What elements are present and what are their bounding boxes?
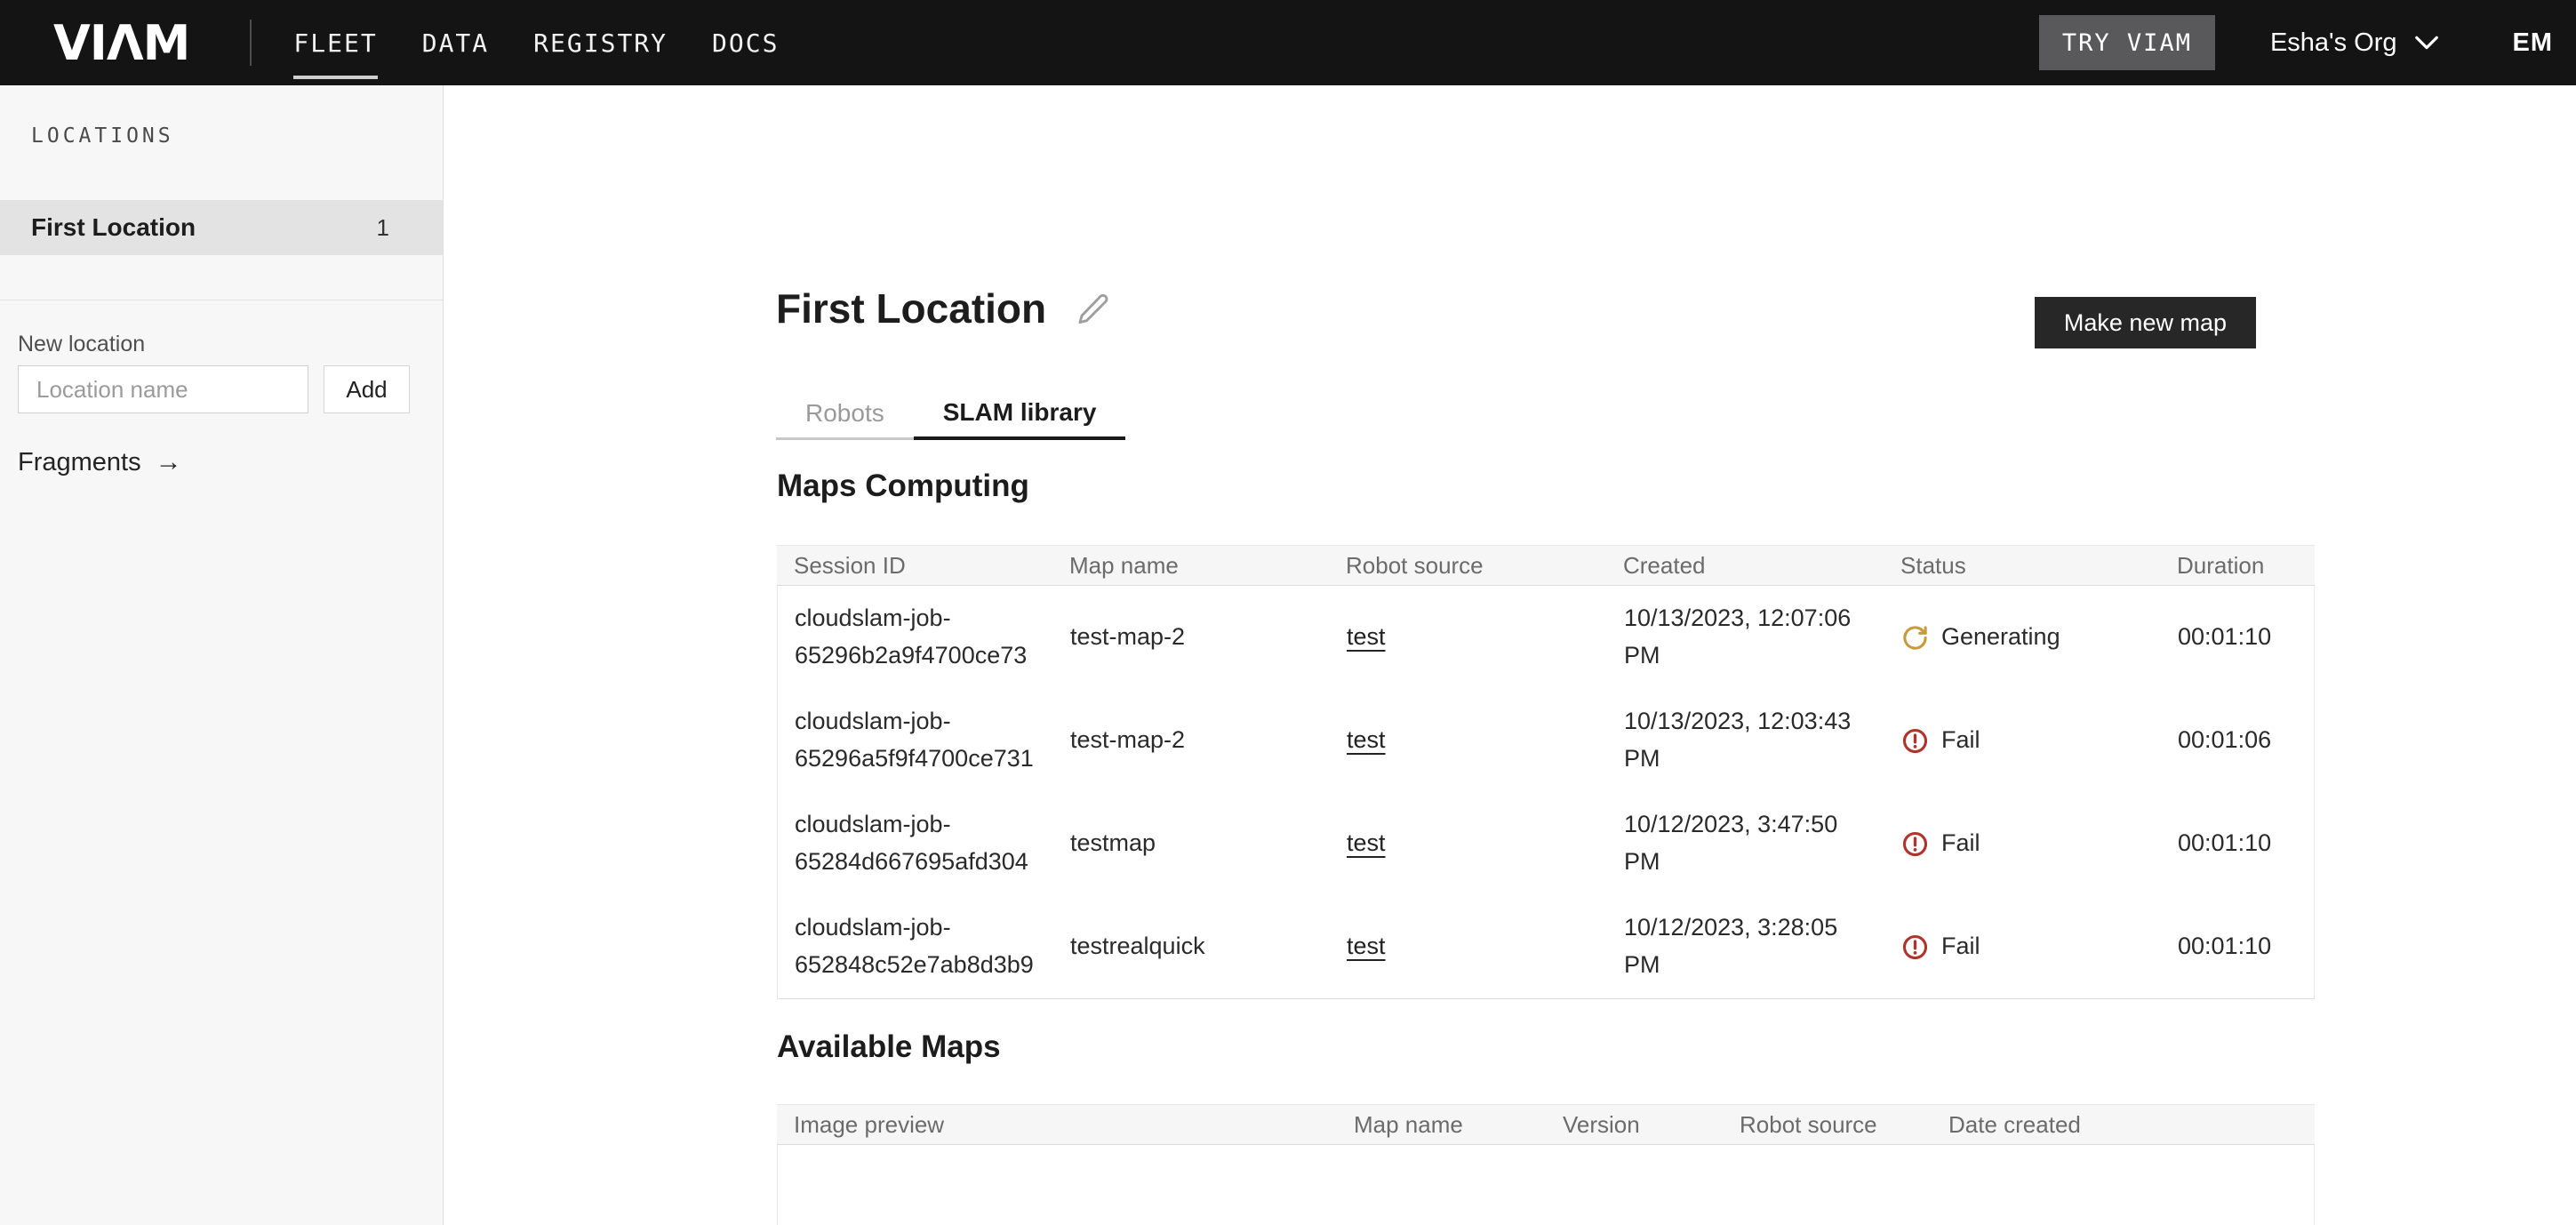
maps-computing-heading: Maps Computing — [777, 468, 1029, 504]
column-header: Status — [1884, 552, 2160, 580]
tab-robots[interactable]: Robots — [776, 388, 914, 440]
nav-menu: FLEET DATA REGISTRY DOCS — [293, 28, 779, 58]
top-nav: VIΛM FLEET DATA REGISTRY DOCS TRY VIAM E… — [0, 0, 2576, 85]
main-content: First Location Make new map Robots SLAM … — [444, 85, 2576, 1225]
column-header: Session ID — [777, 552, 1052, 580]
pencil-icon — [1076, 292, 1110, 325]
available-maps-heading: Available Maps — [777, 1029, 1001, 1065]
title-row: First Location — [776, 284, 1110, 332]
table-row: cloudslam-job-65296a5f9f4700ce731 test-m… — [778, 689, 2314, 792]
body-row: LOCATIONS First Location 1 New location … — [0, 85, 2576, 1225]
nav-divider — [250, 20, 252, 66]
table-row: cloudslam-job-65296b2a9f4700ce73 test-ma… — [778, 586, 2314, 689]
locations-section-label: LOCATIONS — [31, 124, 174, 148]
column-header: Robot source — [1723, 1111, 1932, 1139]
tab-slam-library[interactable]: SLAM library — [914, 388, 1126, 440]
nav-item-registry[interactable]: REGISTRY — [533, 28, 668, 58]
column-header: Date created — [1932, 1111, 2315, 1139]
location-name: First Location — [31, 213, 196, 242]
try-viam-button[interactable]: TRY VIAM — [2039, 15, 2215, 70]
refresh-cw-icon — [1901, 624, 1929, 652]
session-id-cell: cloudslam-job-65296a5f9f4700ce731 — [778, 703, 1053, 778]
add-location-button[interactable]: Add — [324, 365, 410, 413]
map-name-cell: test-map-2 — [1053, 619, 1330, 656]
duration-cell: 00:01:06 — [2161, 722, 2316, 759]
location-robot-count: 1 — [377, 214, 389, 242]
fragments-link[interactable]: Fragments → — [18, 447, 182, 477]
duration-cell: 00:01:10 — [2161, 825, 2316, 862]
available-maps-body — [777, 1145, 2315, 1225]
nav-item-docs[interactable]: DOCS — [712, 28, 779, 58]
status-cell: Fail — [1884, 722, 2161, 759]
status-cell: Generating — [1884, 619, 2161, 656]
available-maps-header: Image previewMap nameVersionRobot source… — [777, 1104, 2315, 1145]
status-cell: Fail — [1884, 825, 2161, 862]
alert-circle-icon — [1901, 727, 1929, 755]
user-avatar-initials[interactable]: EM — [2513, 28, 2554, 58]
locations-sidebar: LOCATIONS First Location 1 New location … — [0, 85, 444, 1225]
org-selector[interactable]: Esha's Org — [2270, 28, 2440, 58]
session-id-cell: cloudslam-job-65296b2a9f4700ce73 — [778, 600, 1053, 675]
created-cell: 10/13/2023, 12:07:06 PM — [1607, 600, 1884, 675]
map-name-cell: testmap — [1053, 825, 1330, 862]
session-id-cell: cloudslam-job-65284d667695afd304 — [778, 806, 1053, 881]
viam-logo[interactable]: VIΛM — [53, 15, 189, 71]
created-cell: 10/12/2023, 3:28:05 PM — [1607, 909, 1884, 984]
duration-cell: 00:01:10 — [2161, 928, 2316, 965]
status-cell: Fail — [1884, 928, 2161, 965]
org-name: Esha's Org — [2270, 28, 2397, 58]
created-cell: 10/13/2023, 12:03:43 PM — [1607, 703, 1884, 778]
chevron-down-icon — [2413, 35, 2440, 51]
alert-circle-icon — [1901, 830, 1929, 858]
map-name-cell: test-map-2 — [1053, 722, 1330, 759]
robot-source-link[interactable]: test — [1347, 933, 1386, 959]
column-header: Image preview — [777, 1111, 1337, 1139]
nav-item-data[interactable]: DATA — [422, 28, 489, 58]
nav-right: TRY VIAM Esha's Org EM — [2039, 15, 2553, 70]
status-label: Fail — [1941, 825, 1980, 862]
session-id-cell: cloudslam-job-652848c52e7ab8d3b9 — [778, 909, 1053, 984]
edit-location-name-button[interactable] — [1076, 292, 1110, 325]
viam-app: VIΛM FLEET DATA REGISTRY DOCS TRY VIAM E… — [0, 0, 2576, 1225]
column-header: Version — [1546, 1111, 1723, 1139]
new-location-label: New location — [18, 332, 145, 357]
nav-item-fleet[interactable]: FLEET — [293, 28, 377, 58]
page-title: First Location — [776, 284, 1046, 332]
robot-source-link[interactable]: test — [1347, 726, 1386, 753]
fragments-label: Fragments — [18, 448, 141, 477]
make-new-map-button[interactable]: Make new map — [2035, 297, 2256, 348]
new-location-controls: Add — [18, 365, 410, 413]
maps-computing-table: Session IDMap nameRobot sourceCreatedSta… — [777, 545, 2315, 999]
map-name-cell: testrealquick — [1053, 928, 1330, 965]
table-row: cloudslam-job-652848c52e7ab8d3b9 testrea… — [778, 895, 2314, 998]
location-name-input[interactable] — [18, 365, 308, 413]
location-tabs: Robots SLAM library — [776, 388, 1125, 440]
column-header: Duration — [2160, 552, 2315, 580]
created-cell: 10/12/2023, 3:47:50 PM — [1607, 806, 1884, 881]
maps-computing-body: cloudslam-job-65296b2a9f4700ce73 test-ma… — [777, 586, 2315, 999]
robot-source-link[interactable]: test — [1347, 623, 1386, 650]
available-maps-table: Image previewMap nameVersionRobot source… — [777, 1104, 2315, 1225]
robot-source-link[interactable]: test — [1347, 829, 1386, 856]
alert-circle-icon — [1901, 933, 1929, 961]
maps-computing-header: Session IDMap nameRobot sourceCreatedSta… — [777, 545, 2315, 586]
table-row: cloudslam-job-65284d667695afd304 testmap… — [778, 792, 2314, 895]
column-header: Created — [1606, 552, 1884, 580]
column-header: Map name — [1052, 552, 1329, 580]
duration-cell: 00:01:10 — [2161, 619, 2316, 656]
column-header: Map name — [1337, 1111, 1546, 1139]
column-header: Robot source — [1329, 552, 1606, 580]
status-label: Generating — [1941, 619, 2060, 656]
status-label: Fail — [1941, 928, 1980, 965]
status-label: Fail — [1941, 722, 1980, 759]
arrow-right-icon: → — [156, 447, 182, 477]
sidebar-item-first-location[interactable]: First Location 1 — [0, 200, 443, 255]
